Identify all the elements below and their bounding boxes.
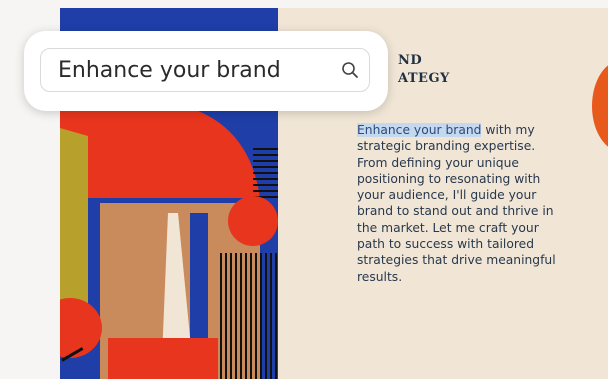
search-popup: Enhance your brand	[24, 31, 388, 111]
poster-body-text[interactable]: Enhance your brand with my strategic bra…	[357, 122, 563, 285]
heading-line-1: ND	[398, 53, 423, 68]
heading-line-2: ATEGY	[398, 71, 450, 86]
search-icon[interactable]	[341, 61, 359, 79]
poster-heading: ND ATEGY	[398, 52, 450, 88]
search-input[interactable]: Enhance your brand	[40, 48, 370, 92]
highlighted-search-match: Enhance your brand	[357, 123, 482, 137]
orange-shape	[592, 60, 608, 152]
canvas-workspace: ND ATEGY Enhance your brand with my stra…	[0, 0, 608, 379]
search-query-text[interactable]: Enhance your brand	[58, 59, 281, 83]
body-text-rest: with my strategic branding expertise. Fr…	[357, 123, 556, 284]
